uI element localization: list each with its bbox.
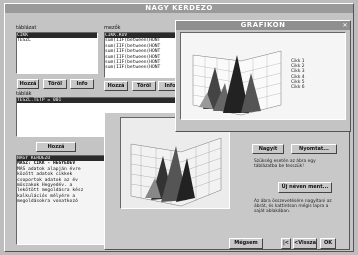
zoom-button[interactable]: Nagyít <box>252 144 284 154</box>
note-text-2: Az ábra összevetésére nagyítani az ábrát… <box>254 199 332 215</box>
main-window-title: NAGY KÉRDEZŐ <box>5 4 353 13</box>
table-list-item[interactable]: TESZL <box>17 38 97 43</box>
note-text-1: Szükség esetén az ábra egy táblázatba be… <box>254 159 316 170</box>
add-join-button[interactable]: Hozzá <box>36 142 76 152</box>
query-line: megoldásokra vonatkozó <box>17 199 78 205</box>
table-list[interactable]: CIKK TESZL <box>16 32 98 74</box>
first-page-icon: |< <box>282 240 289 246</box>
remove-table-button[interactable]: Töröl <box>43 79 67 89</box>
chart-legend: Cikk 1 Cikk 2 Cikk 3 Cikk 4 Cikk 5 Cikk … <box>291 59 341 90</box>
grafikon-chart: Cikk 1 Cikk 2 Cikk 3 Cikk 4 Cikk 5 Cikk … <box>180 32 346 120</box>
print-button[interactable]: Nyomtat... <box>291 144 337 154</box>
save-as-button[interactable]: Új néven ment... <box>278 182 332 193</box>
remove-field-button[interactable]: Töröl <box>132 81 156 91</box>
grafikon-title: GRAFIKON ✕ <box>176 21 350 30</box>
grafikon-title-text: GRAFIKON <box>240 21 286 29</box>
field-list[interactable]: CIKK.KOV sum(IIF(between(HONT sum(IIF(be… <box>104 32 184 78</box>
back-button[interactable]: <Vissza <box>293 238 317 249</box>
cancel-button[interactable]: Mégsem <box>229 238 263 249</box>
close-icon[interactable]: ✕ <box>342 21 348 30</box>
ok-button[interactable]: OK <box>320 238 336 249</box>
query-text-panel[interactable]: NAGY KÉRDEZŐ MASZ: CIKK - HEGYEDEV MAS a… <box>16 155 108 245</box>
add-field-button[interactable]: Hozzá <box>104 81 128 91</box>
table-list-label: táblázat <box>16 25 37 31</box>
back-button-label: Vissza <box>298 240 316 246</box>
legend-item: Cikk 6 <box>291 85 305 91</box>
info-table-button[interactable]: Info <box>70 79 94 89</box>
first-page-button[interactable]: |< <box>281 238 291 249</box>
field-list-label: mezők <box>104 25 121 31</box>
field-list-item[interactable]: sum(IIF(between(HONT <box>105 65 183 70</box>
add-table-button[interactable]: Hozzá <box>17 79 39 89</box>
join-list-item[interactable]: TESZL.TETP = 001 <box>17 98 180 104</box>
